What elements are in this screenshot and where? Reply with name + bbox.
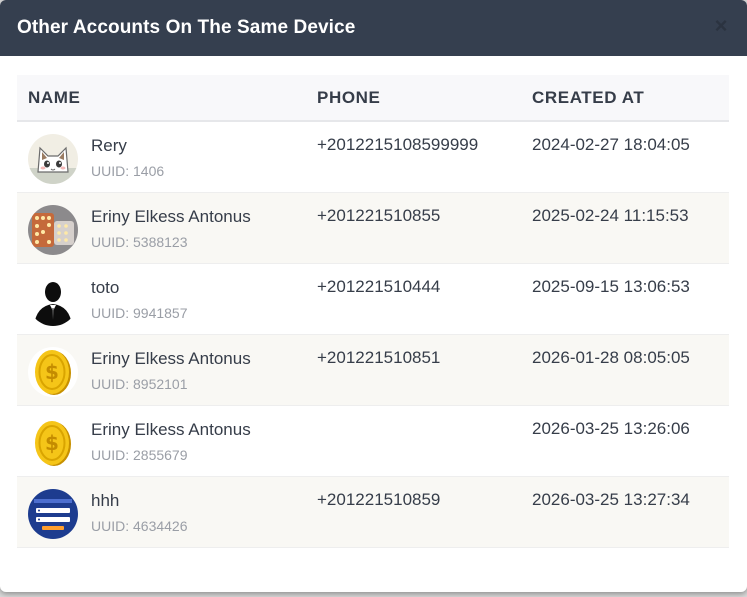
login-screen-avatar[interactable] [28, 488, 78, 539]
account-uuid: UUID: 9941857 [91, 305, 188, 321]
marquee-letters-avatar[interactable] [28, 204, 78, 255]
column-header-name[interactable]: NAME [17, 75, 306, 121]
accounts-modal: Other Accounts On The Same Device × NAME… [0, 0, 747, 592]
account-name[interactable]: Rery [91, 136, 164, 156]
account-uuid: UUID: 2855679 [91, 447, 251, 463]
account-uuid: UUID: 5388123 [91, 234, 251, 250]
table-row[interactable]: $ Eriny Elkess Antonus UUID: 8952101 +20… [17, 334, 729, 405]
name-cell: hhh UUID: 4634426 [17, 476, 306, 547]
table-row[interactable]: toto UUID: 9941857 +201221510444 2025-09… [17, 263, 729, 334]
account-name[interactable]: toto [91, 278, 188, 298]
phone-cell: +201221510859 [317, 489, 441, 509]
table-row[interactable]: Rery UUID: 1406 +2012215108599999 2024-0… [17, 121, 729, 192]
name-cell: $ Eriny Elkess Antonus UUID: 2855679 [17, 405, 306, 476]
uuid-value: 9941857 [133, 304, 188, 321]
account-name-wrap: $ Eriny Elkess Antonus UUID: 2855679 [28, 417, 306, 468]
account-name-wrap: toto UUID: 9941857 [28, 275, 306, 326]
modal-title: Other Accounts On The Same Device [17, 17, 356, 38]
table-body: Rery UUID: 1406 +2012215108599999 2024-0… [17, 121, 729, 547]
table-row[interactable]: Eriny Elkess Antonus UUID: 5388123 +2012… [17, 192, 729, 263]
account-name[interactable]: Eriny Elkess Antonus [91, 420, 251, 440]
uuid-value: 5388123 [133, 233, 188, 250]
account-info: Eriny Elkess Antonus UUID: 8952101 [91, 347, 251, 392]
phone-cell [306, 405, 521, 476]
created-at-cell: 2025-02-24 11:15:53 [532, 205, 689, 225]
account-info: Rery UUID: 1406 [91, 134, 164, 179]
svg-text:$: $ [45, 431, 59, 455]
close-button[interactable]: × [712, 15, 730, 37]
account-name[interactable]: hhh [91, 491, 188, 511]
column-header-created-at[interactable]: CREATED AT [521, 75, 729, 121]
uuid-label: UUID: [91, 304, 133, 321]
name-cell: Eriny Elkess Antonus UUID: 5388123 [17, 192, 306, 263]
svg-text:$: $ [45, 360, 59, 384]
created-at-cell: 2026-03-25 13:27:34 [532, 489, 690, 509]
uuid-label: UUID: [91, 375, 133, 392]
account-uuid: UUID: 4634426 [91, 518, 188, 534]
table-header: NAME PHONE CREATED AT [17, 75, 729, 121]
account-name-wrap: $ Eriny Elkess Antonus UUID: 8952101 [28, 346, 306, 397]
created-at-cell: 2026-03-25 13:26:06 [532, 418, 690, 438]
uuid-label: UUID: [91, 446, 133, 463]
uuid-value: 4634426 [133, 517, 188, 534]
account-name-wrap: hhh UUID: 4634426 [28, 488, 306, 539]
account-info: Eriny Elkess Antonus UUID: 2855679 [91, 418, 251, 463]
table-row[interactable]: hhh UUID: 4634426 +201221510859 2026-03-… [17, 476, 729, 547]
account-info: Eriny Elkess Antonus UUID: 5388123 [91, 205, 251, 250]
table-row[interactable]: $ Eriny Elkess Antonus UUID: 2855679 202… [17, 405, 729, 476]
uuid-value: 8952101 [133, 375, 188, 392]
phone-cell: +201221510851 [317, 347, 441, 367]
name-cell: Rery UUID: 1406 [17, 121, 306, 192]
account-info: toto UUID: 9941857 [91, 276, 188, 321]
accounts-table-wrapper: NAME PHONE CREATED AT Rery UUID: 1406 +2… [17, 75, 729, 548]
phone-cell: +201221510855 [317, 205, 441, 225]
uuid-value: 2855679 [133, 446, 188, 463]
name-cell: toto UUID: 9941857 [17, 263, 306, 334]
uuid-label: UUID: [91, 233, 133, 250]
phone-cell: +201221510444 [317, 276, 441, 296]
uuid-label: UUID: [91, 163, 133, 179]
created-at-cell: 2024-02-27 18:04:05 [532, 135, 690, 154]
account-uuid: UUID: 1406 [91, 163, 164, 179]
name-cell: $ Eriny Elkess Antonus UUID: 8952101 [17, 334, 306, 405]
gold-coin-avatar[interactable]: $ [28, 417, 78, 468]
uuid-label: UUID: [91, 517, 133, 534]
gold-coin-avatar[interactable]: $ [28, 346, 78, 397]
created-at-cell: 2026-01-28 08:05:05 [532, 347, 690, 367]
created-at-cell: 2025-09-15 13:06:53 [532, 276, 690, 296]
account-name-wrap: Rery UUID: 1406 [28, 134, 306, 184]
phone-cell: +2012215108599999 [317, 135, 479, 154]
accounts-table: NAME PHONE CREATED AT Rery UUID: 1406 +2… [17, 75, 729, 548]
person-silhouette-avatar[interactable] [28, 275, 78, 326]
account-name-wrap: Eriny Elkess Antonus UUID: 5388123 [28, 204, 306, 255]
account-uuid: UUID: 8952101 [91, 376, 251, 392]
account-name[interactable]: Eriny Elkess Antonus [91, 349, 251, 369]
account-name[interactable]: Eriny Elkess Antonus [91, 207, 251, 227]
column-header-phone[interactable]: PHONE [306, 75, 521, 121]
modal-header: Other Accounts On The Same Device × [0, 0, 747, 56]
uuid-value: 1406 [133, 163, 165, 179]
cat-avatar[interactable] [28, 134, 78, 184]
account-info: hhh UUID: 4634426 [91, 489, 188, 534]
